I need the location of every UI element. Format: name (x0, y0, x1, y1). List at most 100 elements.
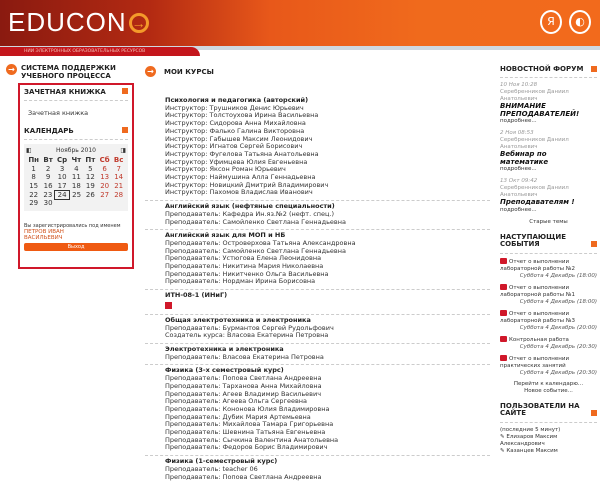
event-name-row[interactable]: Отчет о выполнении лабораторной работы №… (500, 309, 597, 325)
news-more-link[interactable]: подробнее... (500, 118, 597, 125)
prev-month-icon[interactable]: ◧ (26, 147, 32, 154)
goto-calendar-link[interactable]: Перейти к календарю... (500, 381, 597, 388)
event-name-row[interactable]: Отчет о выполнении лабораторной работы №… (500, 283, 597, 299)
user-name[interactable]: Казанцев Максим (506, 448, 557, 454)
calendar-day[interactable]: 24 (54, 189, 70, 200)
calendar-day[interactable]: 7 (112, 165, 126, 174)
news-subject[interactable]: Вебинар по математике (500, 150, 597, 166)
collapse-icon[interactable] (591, 410, 597, 416)
course-teacher[interactable]: Создатель курса: Власова Екатерина Петро… (165, 332, 490, 340)
course-teacher[interactable]: Преподаватель: Попова Светлана Андреевна (165, 473, 490, 482)
next-month-icon[interactable]: ◨ (120, 147, 126, 154)
event-date: Суббота 4 Декабрь (20:00) (519, 324, 597, 331)
calendar-day[interactable]: 27 (97, 190, 111, 199)
calendar-day[interactable]: 21 (112, 182, 126, 191)
user-name[interactable]: Елизаров Максим Александрович (500, 434, 557, 447)
calendar-day[interactable]: 22 (26, 190, 41, 199)
event-icon (500, 354, 507, 361)
event-item: Отчет о выполнении лабораторной работы №… (500, 283, 597, 306)
course-teacher[interactable]: Преподаватель: teacher 06 (165, 465, 490, 474)
user-item[interactable]: ✎ Елизаров Максим Александрович (500, 434, 597, 448)
collapse-icon[interactable] (591, 66, 597, 72)
course-icon[interactable] (165, 301, 172, 309)
calendar-day[interactable]: 26 (83, 190, 97, 199)
gradebook-link[interactable]: Зачетная книжка (24, 101, 128, 127)
calendar-day[interactable]: 5 (83, 165, 97, 174)
collapse-icon[interactable] (122, 88, 128, 94)
calendar-day[interactable]: 20 (97, 182, 111, 191)
course-item: Психология и педагогика (авторский) Инстр… (145, 95, 490, 202)
calendar-day[interactable]: 18 (69, 182, 83, 191)
weekday-label: Чт (71, 156, 82, 165)
news-author[interactable]: Серебренников Даниил Анатольевич (500, 185, 597, 199)
news-item: 2 Ноя 08:53 Серебренников Даниил Анатолье… (500, 130, 597, 173)
collapse-icon[interactable] (591, 241, 597, 247)
calendar-day[interactable]: 6 (97, 165, 111, 174)
calendar-day[interactable]: 28 (112, 190, 126, 199)
news-subject[interactable]: Преподавателям ! (500, 198, 597, 207)
event-name-row[interactable]: Отчет о выполнении лабораторной работы №… (500, 257, 597, 273)
calendar-day[interactable]: 23 (41, 190, 54, 199)
news-author[interactable]: Серебренников Даниил Анатольевич (500, 89, 597, 103)
course-title-link[interactable]: ИТН-08-1 (ИНиГ) (165, 291, 490, 300)
course-item: Электротехника и электроника Преподавател… (145, 344, 490, 366)
collapse-icon[interactable] (122, 127, 128, 133)
calendar-day[interactable]: 16 (41, 182, 54, 191)
arrow-icon: → (145, 66, 156, 77)
course-teacher[interactable]: Преподаватель: Федоров Борис Владимирови… (165, 444, 490, 452)
calendar-day[interactable]: 25 (69, 190, 83, 199)
logo[interactable]: EDUCON → (8, 7, 149, 38)
calendar-week: 15 16 17 18 19 20 21 (26, 182, 126, 191)
course-title-link[interactable]: Физика (1-семестровый курс) (165, 457, 490, 466)
calendar-day[interactable]: 11 (69, 173, 83, 182)
event-item: Отчет о выполнении лабораторной работы №… (500, 309, 597, 332)
calendar-week: 8 9 10 11 12 13 14 (26, 173, 126, 182)
event-date: Суббота 4 Декабрь (20:30) (519, 369, 597, 376)
course-teacher[interactable]: Преподаватель: Власова Екатерина Петровн… (165, 353, 490, 362)
calendar-day[interactable]: 17 (55, 182, 70, 191)
course-teacher[interactable]: Преподаватель: Самойленко Светлана Генна… (165, 218, 490, 227)
calendar-day[interactable]: 8 (26, 173, 41, 182)
weekday-label: Пн (28, 156, 40, 165)
calendar-day[interactable]: 2 (41, 165, 54, 174)
weekday-label: Ср (57, 156, 68, 165)
calendar-day[interactable]: 19 (83, 182, 97, 191)
news-item: 10 Ноя 10:28 Серебренников Даниил Анатоль… (500, 82, 597, 125)
logout-button[interactable]: Выход (24, 242, 128, 251)
course-teacher[interactable]: Инструктор: Пахомов Владислав Иванович (165, 189, 490, 197)
event-name[interactable]: Отчет о выполнении лабораторной работы №… (500, 311, 575, 324)
calendar-title: КАЛЕНДАРЬ (24, 127, 74, 135)
old-topics-link[interactable]: Старые темы (500, 219, 597, 226)
calendar-day[interactable]: 9 (41, 173, 54, 182)
event-name[interactable]: Отчет о выполнении лабораторной работы №… (500, 259, 575, 272)
calendar-day[interactable]: 30 (41, 199, 54, 208)
calendar-day[interactable]: 1 (26, 165, 41, 174)
event-name-row[interactable]: Контрольная работа (500, 335, 597, 344)
calendar-month: Ноябрь 2010 (55, 147, 96, 154)
event-name[interactable]: Отчет о выполнении лабораторной работы №… (500, 285, 575, 298)
calendar-day[interactable]: 12 (83, 173, 97, 182)
course-item: ИТН-08-1 (ИНиГ) (145, 290, 490, 315)
news-subject[interactable]: ВНИМАНИЕ ПРЕПОДАВАТЕЛЕЙ! (500, 102, 597, 118)
calendar-day[interactable]: 4 (69, 165, 83, 174)
news-more-link[interactable]: подробнее... (500, 207, 597, 214)
events-header: НАСТУПАЮЩИЕ СОБЫТИЯ (500, 233, 597, 254)
event-icon (500, 257, 507, 264)
calendar-day[interactable]: 13 (97, 173, 111, 182)
event-name[interactable]: Контрольная работа (509, 337, 569, 343)
event-name[interactable]: Отчет о выполнении практических занятий (500, 356, 569, 369)
user-link[interactable]: ПЕТРОВ ИВАН ВАСИЛЬЕВИЧ (24, 229, 84, 241)
calendar-day[interactable]: 3 (55, 165, 70, 174)
logo-text: EDUCON (8, 7, 127, 37)
news-more-link[interactable]: подробнее... (500, 166, 597, 173)
events-list: Отчет о выполнении лабораторной работы №… (500, 257, 597, 377)
logged-as-label: Вы зарегистрировались под именем (24, 222, 121, 229)
event-name-row[interactable]: Отчет о выполнении практических занятий (500, 354, 597, 370)
calendar-day[interactable]: 29 (26, 199, 41, 208)
course-teacher[interactable]: Преподаватель: Нордман Ирина Борисовна (165, 278, 490, 286)
calendar-day[interactable]: 10 (55, 173, 70, 182)
new-event-link[interactable]: Новое событие... (500, 388, 597, 395)
calendar-day[interactable]: 15 (26, 182, 41, 191)
calendar-day[interactable]: 14 (112, 173, 126, 182)
news-author[interactable]: Серебренников Даниил Анатольевич (500, 137, 597, 151)
